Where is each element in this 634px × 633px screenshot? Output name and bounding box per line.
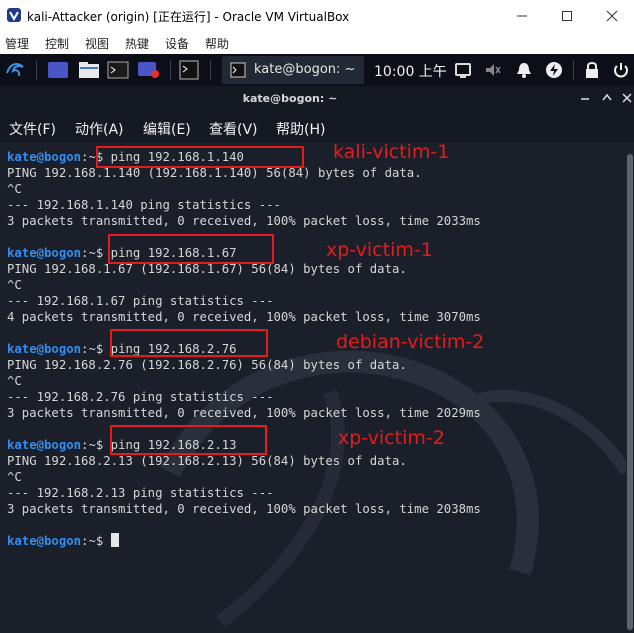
prompt-symbol: :~$ bbox=[81, 438, 111, 452]
menu-devices[interactable]: 设备 bbox=[165, 35, 189, 52]
text-cursor bbox=[110, 533, 119, 547]
lock-icon[interactable] bbox=[584, 61, 600, 79]
terminal-menu-help[interactable]: 帮助(H) bbox=[276, 119, 325, 139]
terminal-scrollbar[interactable] bbox=[626, 142, 634, 633]
prompt-user: kate@bogon bbox=[7, 246, 82, 260]
output-line: --- 192.168.1.140 ping statistics --- bbox=[7, 198, 281, 212]
active-prompt-line[interactable]: kate@bogon:~$ bbox=[7, 533, 119, 549]
taskbar-terminal-button[interactable]: kate@bogon: ~ bbox=[222, 56, 364, 84]
close-icon[interactable] bbox=[601, 5, 623, 27]
panel-clock[interactable]: 10:00 上午 bbox=[374, 61, 447, 81]
panel-separator bbox=[170, 60, 171, 80]
terminal-title: kate@bogon: ~ bbox=[242, 92, 338, 105]
terminal-menu-view[interactable]: 查看(V) bbox=[209, 119, 258, 139]
power-icon[interactable] bbox=[612, 61, 630, 79]
output-line: ^C bbox=[7, 374, 22, 388]
output-line: 3 packets transmitted, 0 received, 100% … bbox=[7, 406, 481, 420]
file-manager-icon[interactable] bbox=[78, 60, 100, 80]
output-line: PING 192.168.2.76 (192.168.2.76) 56(84) … bbox=[7, 358, 407, 372]
annotation-label: debian-victim-2 bbox=[336, 331, 485, 353]
output-line: --- 192.168.1.67 ping statistics --- bbox=[7, 294, 274, 308]
panel-separator bbox=[36, 60, 37, 80]
prompt-symbol: :~$ bbox=[81, 246, 111, 260]
output-line: 3 packets transmitted, 0 received, 100% … bbox=[7, 214, 481, 228]
annotation-box bbox=[110, 425, 267, 455]
terminal-icon[interactable] bbox=[107, 60, 129, 80]
terminal-menubar: 文件(F) 动作(A) 编辑(E) 查看(V) 帮助(H) bbox=[0, 112, 634, 142]
terminal-titlebar: kate@bogon: ~ bbox=[0, 86, 634, 112]
kali-top-panel: kate@bogon: ~ 10:00 上午 bbox=[0, 54, 634, 86]
terminal-task-icon bbox=[230, 62, 246, 78]
annotation-box bbox=[96, 146, 304, 168]
screen-recorder-icon[interactable] bbox=[137, 60, 161, 80]
menu-help[interactable]: 帮助 bbox=[205, 35, 229, 52]
terminal-minimize-icon[interactable] bbox=[580, 94, 590, 104]
scrollbar-thumb[interactable] bbox=[627, 154, 633, 630]
annotation-label: xp-victim-1 bbox=[326, 239, 433, 261]
prompt-user: kate@bogon bbox=[7, 150, 82, 164]
terminal-task-icon[interactable] bbox=[179, 60, 199, 80]
menu-view[interactable]: 视图 bbox=[85, 35, 109, 52]
output-line: ^C bbox=[7, 470, 22, 484]
annotation-box bbox=[108, 234, 274, 264]
annotation-label: xp-victim-2 bbox=[338, 427, 445, 449]
panel-separator bbox=[210, 60, 211, 80]
vbox-titlebar: kali-Attacker (origin) [正在运行] - Oracle V… bbox=[0, 0, 634, 32]
terminal-maximize-icon[interactable] bbox=[602, 92, 612, 104]
menu-control[interactable]: 控制 bbox=[45, 35, 69, 52]
minimize-icon[interactable] bbox=[511, 5, 533, 27]
prompt-user: kate@bogon bbox=[7, 438, 82, 452]
notes-icon[interactable] bbox=[455, 62, 471, 78]
terminal-menu-edit[interactable]: 编辑(E) bbox=[143, 119, 191, 139]
taskbar-terminal-label: kate@bogon: ~ bbox=[254, 62, 356, 77]
annotation-label: kali-victim-1 bbox=[333, 141, 450, 163]
prompt-symbol: :~$ bbox=[81, 534, 111, 548]
vbox-menubar: 管理 控制 视图 热键 设备 帮助 bbox=[0, 32, 634, 54]
prompt-symbol: :~$ bbox=[81, 342, 111, 356]
maximize-icon[interactable] bbox=[556, 5, 578, 27]
output-line: PING 192.168.2.13 (192.168.2.13) 56(84) … bbox=[7, 454, 407, 468]
output-line: ^C bbox=[7, 182, 22, 196]
prompt-user: kate@bogon bbox=[7, 534, 82, 548]
network-icon[interactable] bbox=[545, 61, 563, 79]
menu-hotkeys[interactable]: 热键 bbox=[125, 35, 149, 52]
window-title: kali-Attacker (origin) [正在运行] - Oracle V… bbox=[27, 10, 350, 24]
prompt-user: kate@bogon bbox=[7, 342, 82, 356]
virtualbox-app-icon bbox=[7, 8, 21, 22]
panel-separator bbox=[573, 60, 574, 80]
volume-muted-icon[interactable] bbox=[484, 61, 502, 79]
output-line: --- 192.168.2.76 ping statistics --- bbox=[7, 390, 274, 404]
terminal-close-icon[interactable] bbox=[622, 93, 632, 103]
notification-bell-icon[interactable] bbox=[515, 61, 533, 79]
output-line: --- 192.168.2.13 ping statistics --- bbox=[7, 486, 274, 500]
terminal-menu-file[interactable]: 文件(F) bbox=[9, 119, 56, 139]
output-line: ^C bbox=[7, 278, 22, 292]
output-line: 3 packets transmitted, 0 received, 100% … bbox=[7, 502, 481, 516]
workspace-icon[interactable] bbox=[47, 60, 69, 80]
output-line: 4 packets transmitted, 0 received, 100% … bbox=[7, 310, 481, 324]
annotation-box bbox=[110, 329, 268, 357]
terminal-menu-action[interactable]: 动作(A) bbox=[75, 119, 124, 139]
kali-dragon-menu-icon[interactable] bbox=[4, 59, 26, 81]
menu-manage[interactable]: 管理 bbox=[5, 35, 29, 52]
